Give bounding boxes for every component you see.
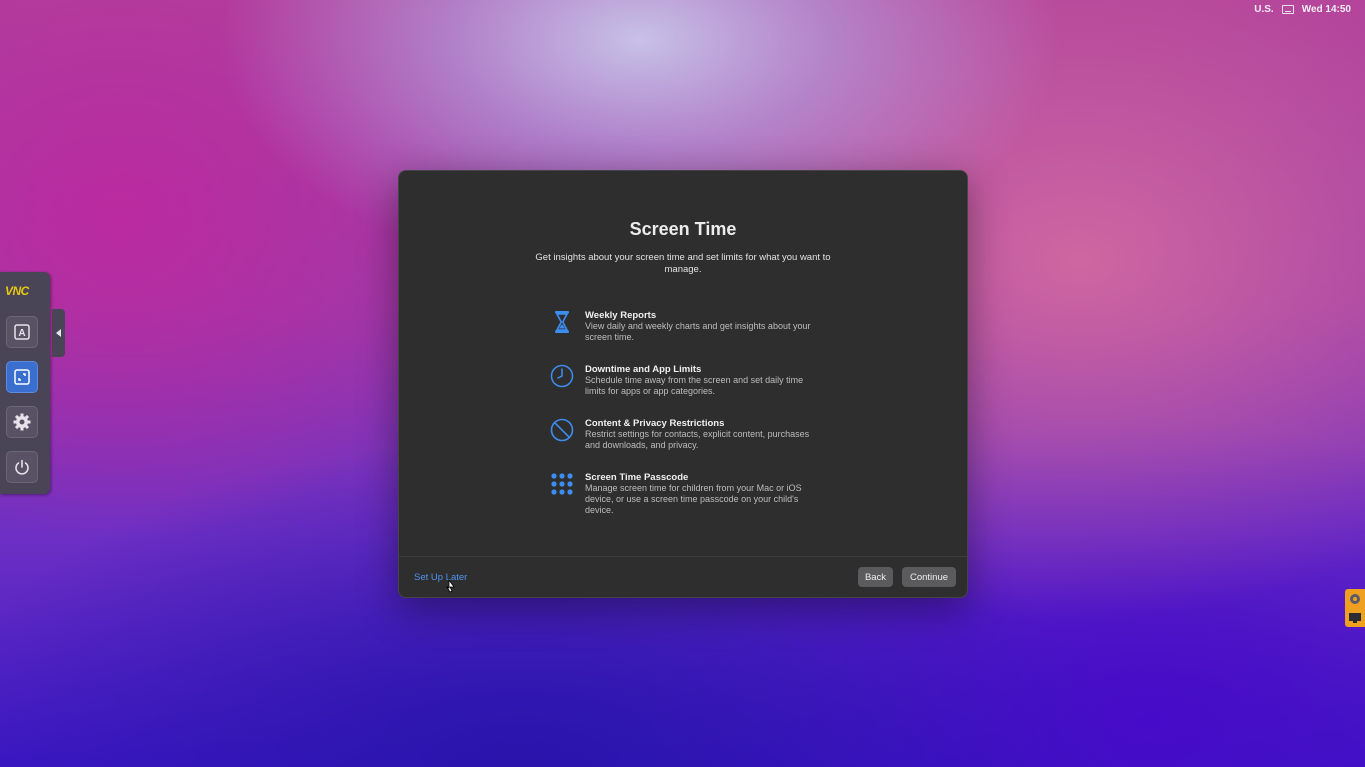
- input-source-label[interactable]: U.S.: [1254, 4, 1273, 15]
- dialog-subtitle: Get insights about your screen time and …: [535, 252, 831, 275]
- feature-description: View daily and weekly charts and get ins…: [585, 321, 811, 342]
- feature-title: Weekly Reports: [585, 310, 657, 321]
- svg-text:A: A: [18, 328, 25, 339]
- feature-description: Schedule time away from the screen and s…: [585, 375, 804, 396]
- fit-screen-icon: [14, 369, 30, 385]
- back-button[interactable]: Back: [858, 567, 893, 587]
- mouse-pointer-icon: [446, 579, 455, 593]
- feature-title: Screen Time Passcode: [585, 472, 689, 483]
- keyboard-button[interactable]: A: [6, 316, 38, 348]
- feature-title: Downtime and App Limits: [585, 364, 702, 375]
- dialog-title: Screen Time: [629, 219, 737, 239]
- feature-passcode: Screen Time Passcode Manage screen time …: [549, 472, 819, 516]
- menubar-clock[interactable]: Wed 14:50: [1302, 4, 1351, 15]
- vnc-toolbar: VNC A: [0, 272, 50, 494]
- feature-title: Content & Privacy Restrictions: [585, 418, 725, 429]
- screen-time-dialog: Screen Time Get insights about your scre…: [398, 170, 968, 598]
- settings-button[interactable]: [6, 406, 38, 438]
- monitor-icon: [1349, 613, 1361, 623]
- gear-icon: [13, 413, 31, 431]
- prohibited-icon: [549, 418, 575, 444]
- keypad-icon: [549, 472, 575, 498]
- set-up-later-link[interactable]: Set Up Later: [414, 572, 467, 583]
- feature-weekly-reports: Weekly Reports View daily and weekly cha…: [549, 310, 819, 343]
- hourglass-icon: [549, 310, 575, 336]
- vnc-logo: VNC: [5, 284, 29, 298]
- feature-description: Restrict settings for contacts, explicit…: [585, 429, 810, 450]
- feature-description: Manage screen time for children from you…: [585, 483, 802, 515]
- dialog-footer-divider: [399, 556, 967, 557]
- chevron-left-icon: [55, 329, 61, 337]
- menubar-status: U.S. Wed 14:50: [1254, 4, 1351, 15]
- fit-screen-button[interactable]: [6, 361, 38, 393]
- gear-icon: [1350, 594, 1360, 604]
- keyboard-a-icon: A: [14, 324, 30, 340]
- keyboard-icon[interactable]: [1281, 5, 1294, 14]
- feature-downtime: Downtime and App Limits Schedule time aw…: [549, 364, 819, 397]
- continue-button[interactable]: Continue: [902, 567, 956, 587]
- power-icon: [15, 459, 29, 475]
- feature-content-privacy: Content & Privacy Restrictions Restrict …: [549, 418, 819, 451]
- vnc-toolbar-collapse-handle[interactable]: [52, 309, 65, 357]
- clock-icon: [549, 364, 575, 390]
- power-button[interactable]: [6, 451, 38, 483]
- vnc-tray[interactable]: [1345, 589, 1365, 627]
